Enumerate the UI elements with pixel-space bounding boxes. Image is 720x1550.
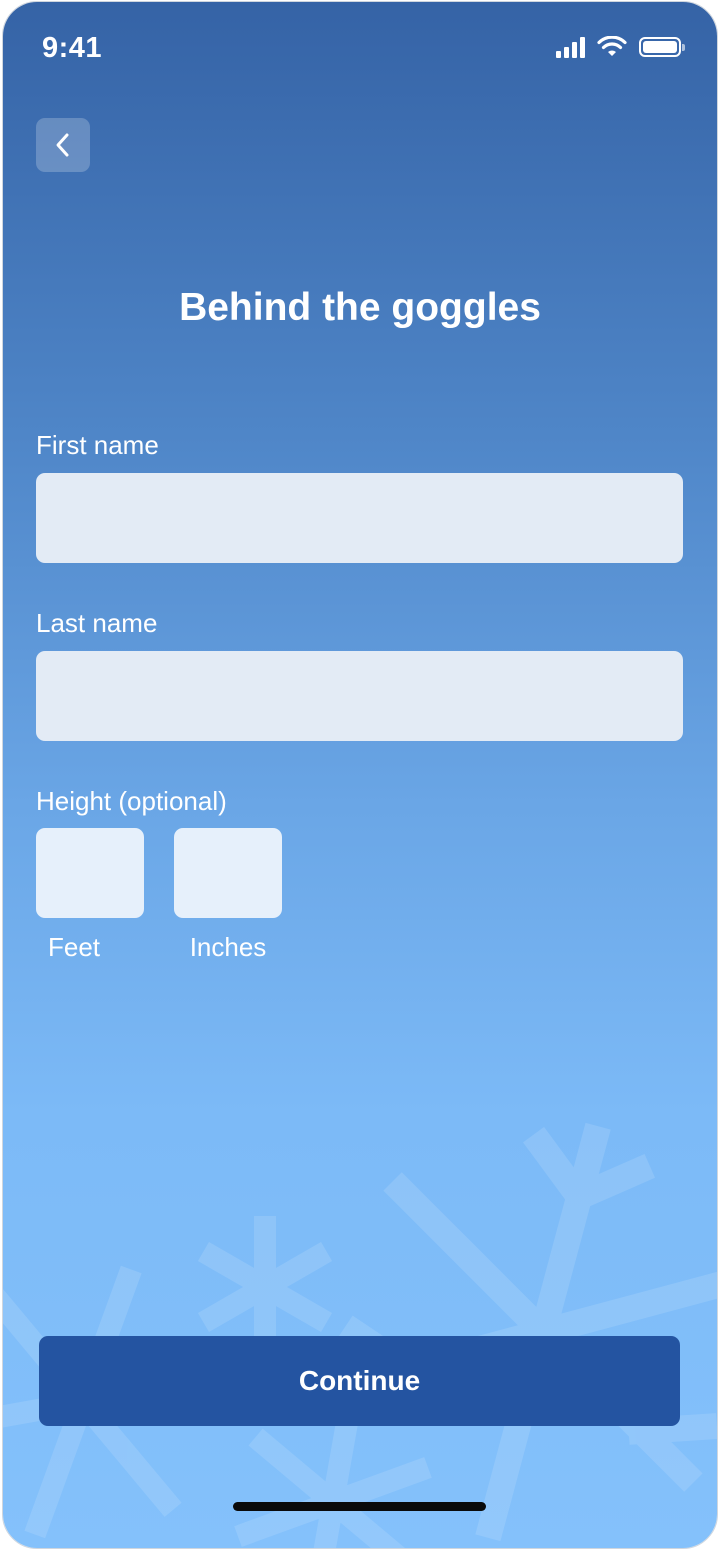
- first-name-field[interactable]: [36, 473, 683, 563]
- snowflake-large-icon: [334, 1122, 717, 1542]
- status-time: 9:41: [42, 32, 103, 64]
- inches-field[interactable]: [174, 828, 282, 918]
- continue-button[interactable]: Continue: [39, 1336, 680, 1426]
- height-label: Height (optional): [36, 786, 227, 816]
- cellular-signal-icon: [556, 36, 585, 58]
- feet-label: Feet: [47, 932, 101, 962]
- first-name-label: First name: [36, 430, 159, 460]
- home-indicator: [233, 1502, 486, 1511]
- snowflake-background: [3, 1122, 717, 1548]
- last-name-label: Last name: [36, 608, 158, 638]
- page-title: Behind the goggles: [179, 286, 541, 329]
- feet-field[interactable]: [36, 828, 144, 918]
- screen: 9:41 Behind the goggles First name Last …: [3, 2, 717, 1548]
- battery-icon: [639, 37, 685, 57]
- status-icons: [556, 36, 685, 58]
- back-button[interactable]: [36, 118, 90, 172]
- chevron-left-icon: [56, 133, 69, 157]
- last-name-field[interactable]: [36, 651, 683, 741]
- snowflake-medium-icon: [197, 1216, 333, 1358]
- inches-label: Inches: [189, 932, 267, 962]
- wifi-icon: [597, 36, 627, 56]
